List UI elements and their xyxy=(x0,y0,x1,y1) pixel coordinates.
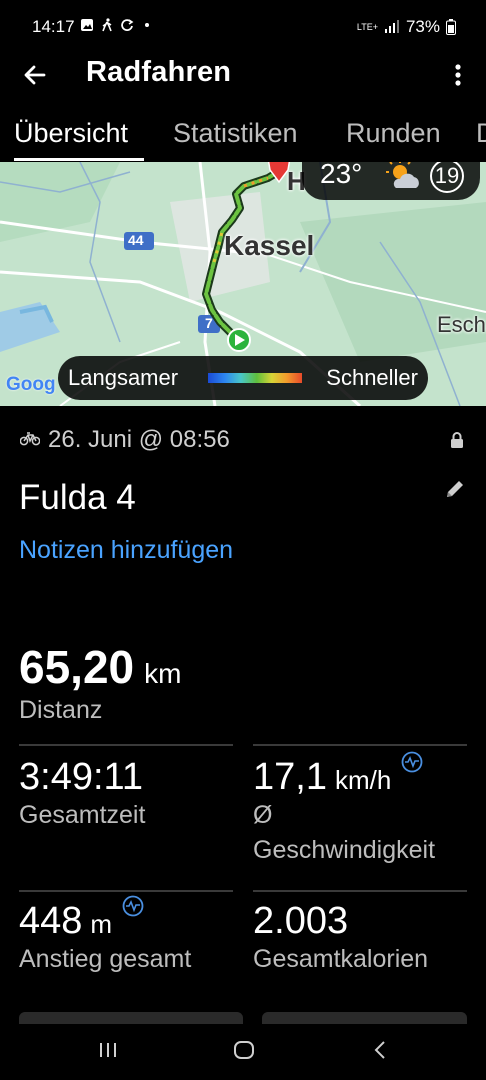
distance-value: 65,20 xyxy=(19,641,135,693)
tab-overview[interactable]: Übersicht xyxy=(14,118,128,149)
network-type: LTE+ xyxy=(356,21,378,32)
battery-icon xyxy=(446,19,456,35)
gallery-icon xyxy=(81,19,93,31)
status-bar: 14:17 LTE+ 73% xyxy=(0,0,486,54)
avg-speed-unit: km/h xyxy=(334,765,392,795)
legend-slow-label: Langsamer xyxy=(68,365,179,390)
activity-date: 26. Juni @ 08:56 xyxy=(48,426,230,453)
ascent-value: 448 xyxy=(19,900,83,942)
add-notes-link[interactable]: Notizen hinzufügen xyxy=(19,536,233,565)
avg-speed-value: 17,1 xyxy=(253,756,327,798)
partly-cloudy-icon xyxy=(386,162,419,188)
tab-statistics[interactable]: Statistiken xyxy=(173,118,298,149)
card-peek[interactable] xyxy=(262,1012,467,1024)
map-attribution: Goog xyxy=(6,374,56,395)
tab-laps[interactable]: Runden xyxy=(346,118,441,149)
heart-rate-info-icon[interactable] xyxy=(401,751,423,773)
app-bar: Radfahren xyxy=(0,54,486,98)
battery-percent: 73% xyxy=(405,17,440,36)
speed-legend: Langsamer Schneller xyxy=(58,356,428,400)
distance-unit: km xyxy=(144,658,182,689)
back-nav-icon[interactable] xyxy=(372,1040,388,1060)
weather-temperature: 23° xyxy=(320,162,363,189)
divider xyxy=(19,890,233,892)
ascent-label: Anstieg gesamt xyxy=(19,945,192,973)
edit-pencil-icon[interactable] xyxy=(444,478,466,500)
system-nav-bar xyxy=(0,1024,486,1080)
total-time-label: Gesamtzeit xyxy=(19,801,146,829)
speed-gradient-bar xyxy=(208,373,302,383)
air-quality-badge: 19 xyxy=(430,162,464,193)
bicycle-icon xyxy=(20,432,40,446)
tab-bar: Übersicht Statistiken Runden D xyxy=(0,112,486,162)
dot-icon xyxy=(145,23,149,27)
stat-ascent: 448 m Anstieg gesamt xyxy=(19,895,192,974)
total-time-value: 3:49:11 xyxy=(19,756,143,798)
active-tab-indicator xyxy=(14,158,144,161)
status-time: 14:17 xyxy=(32,17,75,36)
stat-calories: 2.003 Gesamtkalorien xyxy=(253,900,428,974)
next-cards-peek xyxy=(0,1012,486,1024)
avg-speed-label-symbol: Ø xyxy=(253,801,273,829)
stat-total-time: 3:49:11 Gesamtzeit xyxy=(19,756,145,830)
signal-icon xyxy=(384,20,399,33)
road-label-44: 44 xyxy=(128,232,144,248)
ascent-unit: m xyxy=(90,909,113,939)
heart-rate-info-icon[interactable] xyxy=(122,895,144,917)
route-map[interactable]: 44 7 Kassel H Esch 23° 19 Langsamer Schn… xyxy=(0,162,486,406)
calories-value: 2.003 xyxy=(253,900,349,942)
lock-icon[interactable] xyxy=(450,432,464,448)
road-label-7: 7 xyxy=(205,315,213,331)
back-arrow-icon[interactable] xyxy=(20,60,50,90)
activity-date-row: 26. Juni @ 08:56 xyxy=(20,426,466,456)
walking-icon xyxy=(102,18,112,32)
more-options-icon[interactable] xyxy=(448,60,468,90)
card-peek[interactable] xyxy=(19,1012,243,1024)
legend-fast-label: Schneller xyxy=(326,365,418,390)
distance-label: Distanz xyxy=(19,696,103,724)
recent-apps-icon[interactable] xyxy=(98,1040,118,1060)
stat-avg-speed: 17,1 km/h Ø Geschwindigkeit xyxy=(253,751,436,865)
calories-label: Gesamtkalorien xyxy=(253,945,429,973)
home-icon[interactable] xyxy=(233,1040,255,1060)
divider xyxy=(19,744,233,746)
weather-widget[interactable]: 23° 19 xyxy=(302,162,480,200)
sync-icon xyxy=(121,19,134,31)
stat-distance: 65,20 km xyxy=(19,640,181,694)
divider xyxy=(253,890,467,892)
map-city-kassel: Kassel xyxy=(224,230,315,261)
divider xyxy=(253,744,467,746)
activity-name: Fulda 4 xyxy=(19,478,136,517)
tab-more[interactable]: D xyxy=(476,118,486,149)
page-title: Radfahren xyxy=(86,56,232,88)
avg-speed-label: Geschwindigkeit xyxy=(253,836,436,864)
map-city-partial-right: Esch xyxy=(437,312,486,337)
